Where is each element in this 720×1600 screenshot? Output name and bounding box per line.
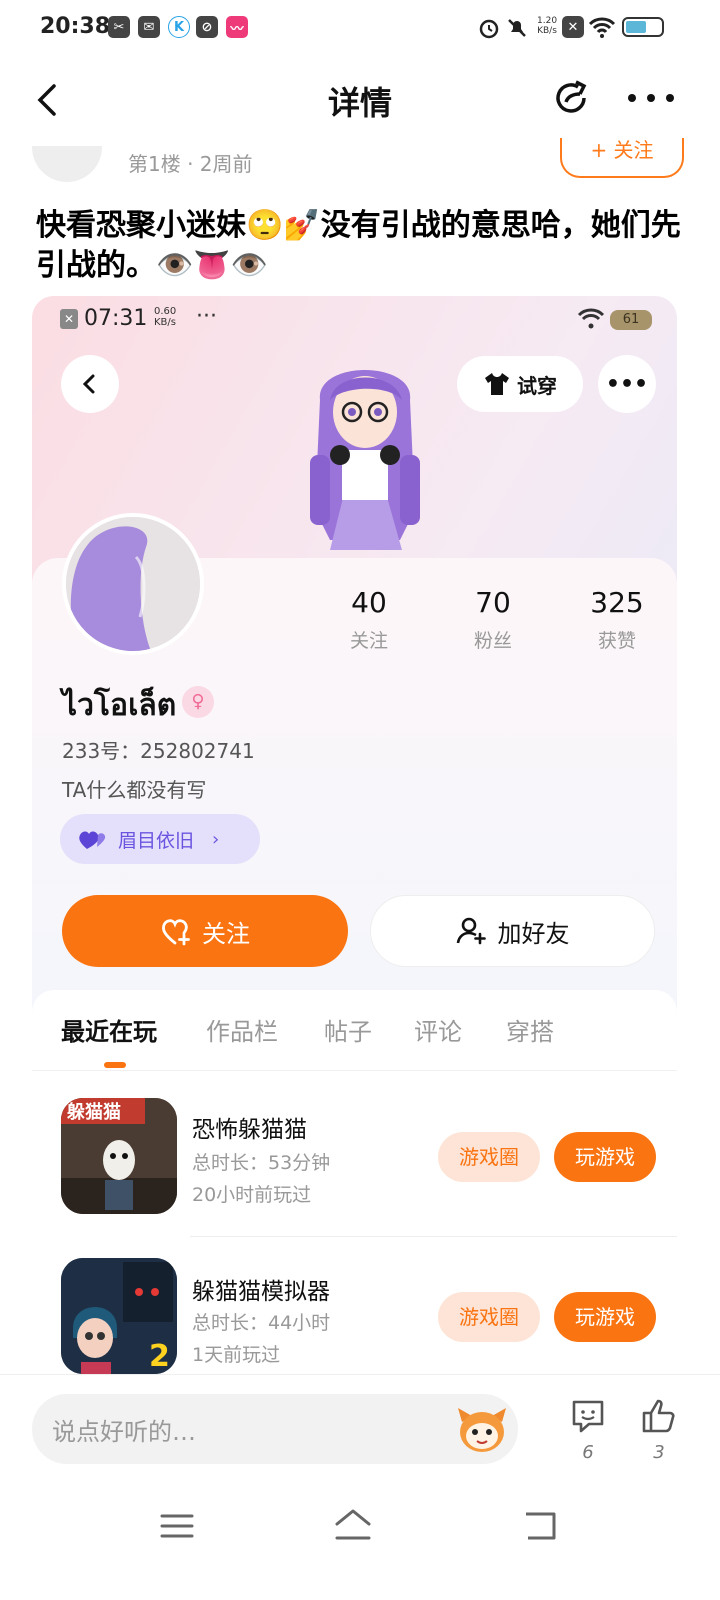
post-text: 快看恐聚小迷妹🙄💅没有引战的意思哈，她们先引战的。👁️👅👁️	[36, 208, 681, 283]
game-name[interactable]: 躲猫猫模拟器	[192, 1272, 330, 1306]
stat-following-count[interactable]: 40	[324, 586, 414, 619]
tab-outfits[interactable]: 穿搭	[506, 1012, 554, 1047]
user-bio: TA什么都没有写	[62, 778, 207, 802]
comment-input[interactable]: 说点好听的…	[32, 1394, 518, 1464]
profile-avatar[interactable]	[62, 513, 204, 655]
menu-button[interactable]	[160, 1512, 194, 1540]
follow-label: 关注	[202, 919, 250, 948]
card-back-button[interactable]	[61, 355, 119, 413]
home-icon	[335, 1509, 371, 1540]
back-nav-icon	[526, 1512, 556, 1540]
female-icon: ♀	[182, 686, 214, 718]
game-icon-text: 躲猫猫	[67, 1101, 121, 1123]
tab-works[interactable]: 作品栏	[206, 1012, 278, 1047]
play-game-button[interactable]: 玩游戏	[554, 1292, 656, 1342]
mascot-emoji-icon[interactable]	[456, 1404, 508, 1454]
game-icon[interactable]: 2	[61, 1258, 177, 1374]
status-time: 20:38	[40, 14, 111, 39]
network-speed: 1.20 KB/s	[537, 16, 558, 36]
user-id: 233号：252802741	[62, 739, 255, 763]
divider	[190, 1236, 677, 1237]
game-last-played: 1天前玩过	[192, 1344, 281, 1366]
game-duration: 总时长：53分钟	[192, 1152, 331, 1174]
like-button[interactable]	[640, 1398, 678, 1434]
game-circle-button[interactable]: 游戏圈	[438, 1132, 540, 1182]
thumbs-up-icon	[642, 1399, 675, 1433]
follow-button[interactable]: 关注	[62, 895, 348, 967]
comment-icon	[572, 1400, 604, 1433]
stat-likes-label: 获赞	[597, 630, 636, 652]
like-count: 3	[653, 1442, 665, 1463]
battery-icon	[622, 17, 664, 37]
game-icon[interactable]: 躲猫猫	[61, 1098, 177, 1214]
badge-label: 眉目依旧	[118, 829, 195, 852]
chevron-right-icon: ›	[212, 828, 220, 850]
comment-button[interactable]	[569, 1398, 607, 1434]
add-friend-label: 加好友	[497, 919, 570, 948]
avatar-character	[290, 340, 440, 558]
stat-following-label: 关注	[349, 630, 388, 652]
link-icon: ⊘	[196, 16, 218, 38]
add-user-icon	[456, 917, 486, 945]
share-icon	[556, 80, 587, 113]
try-on-button[interactable]: 试穿	[457, 356, 583, 412]
game-name[interactable]: 恐怖躲猫猫	[192, 1110, 307, 1144]
comment-placeholder: 说点好听的…	[52, 1417, 196, 1446]
card-network-speed: 0.60 KB/s	[154, 306, 177, 328]
double-heart-icon	[79, 831, 106, 849]
username: ไวโอเล็ต	[62, 688, 177, 723]
game-duration: 总时长：44小时	[192, 1312, 331, 1334]
mail-icon: ✉	[138, 16, 160, 38]
tab-recent-played[interactable]: 最近在玩	[61, 1012, 157, 1047]
back-nav-button[interactable]	[522, 1510, 558, 1542]
sim-off-icon: ✕	[562, 16, 584, 38]
chevron-left-icon	[82, 374, 95, 394]
tshirt-icon	[485, 373, 509, 395]
add-friend-button[interactable]: 加好友	[370, 895, 655, 967]
heart-plus-icon	[162, 919, 190, 946]
follow-poster-button[interactable]: + 关注	[560, 138, 684, 178]
stat-followers-count[interactable]: 70	[448, 586, 538, 619]
alarm-icon	[477, 16, 501, 40]
tab-indicator	[104, 1062, 126, 1068]
share-button[interactable]	[552, 78, 592, 118]
page-title: 详情	[327, 84, 392, 122]
mute-icon	[505, 16, 529, 40]
floor-meta: 第1楼 · 2周前	[128, 152, 253, 176]
stat-followers-label: 粉丝	[473, 630, 512, 652]
comment-count: 6	[582, 1442, 594, 1463]
wifi-icon	[588, 15, 616, 39]
game-icon-text: 2	[149, 1339, 170, 1374]
more-dots-icon: ···	[196, 304, 217, 329]
wave-icon: 〰	[226, 16, 248, 38]
card-more-button[interactable]: •••	[598, 355, 656, 413]
game-last-played: 20小时前玩过	[192, 1184, 312, 1206]
try-on-label: 试穿	[517, 373, 557, 398]
app-icon: ✂	[108, 16, 130, 38]
k-icon: K	[168, 16, 190, 38]
card-status-time: 07:31	[84, 306, 148, 331]
divider	[32, 1070, 677, 1071]
relationship-badge[interactable]: 眉目依旧 ›	[60, 814, 260, 864]
menu-icon	[160, 1514, 194, 1538]
poster-avatar[interactable]	[32, 146, 102, 182]
more-button[interactable]	[628, 84, 674, 112]
home-button[interactable]	[334, 1508, 372, 1542]
wifi-icon	[576, 306, 606, 330]
tab-comments[interactable]: 评论	[414, 1012, 462, 1047]
game-circle-button[interactable]: 游戏圈	[438, 1292, 540, 1342]
tab-posts[interactable]: 帖子	[324, 1012, 372, 1047]
stat-likes-count[interactable]: 325	[572, 586, 662, 619]
sim-off-icon: ✕	[60, 309, 78, 329]
card-battery: 61	[610, 310, 652, 330]
play-game-button[interactable]: 玩游戏	[554, 1132, 656, 1182]
